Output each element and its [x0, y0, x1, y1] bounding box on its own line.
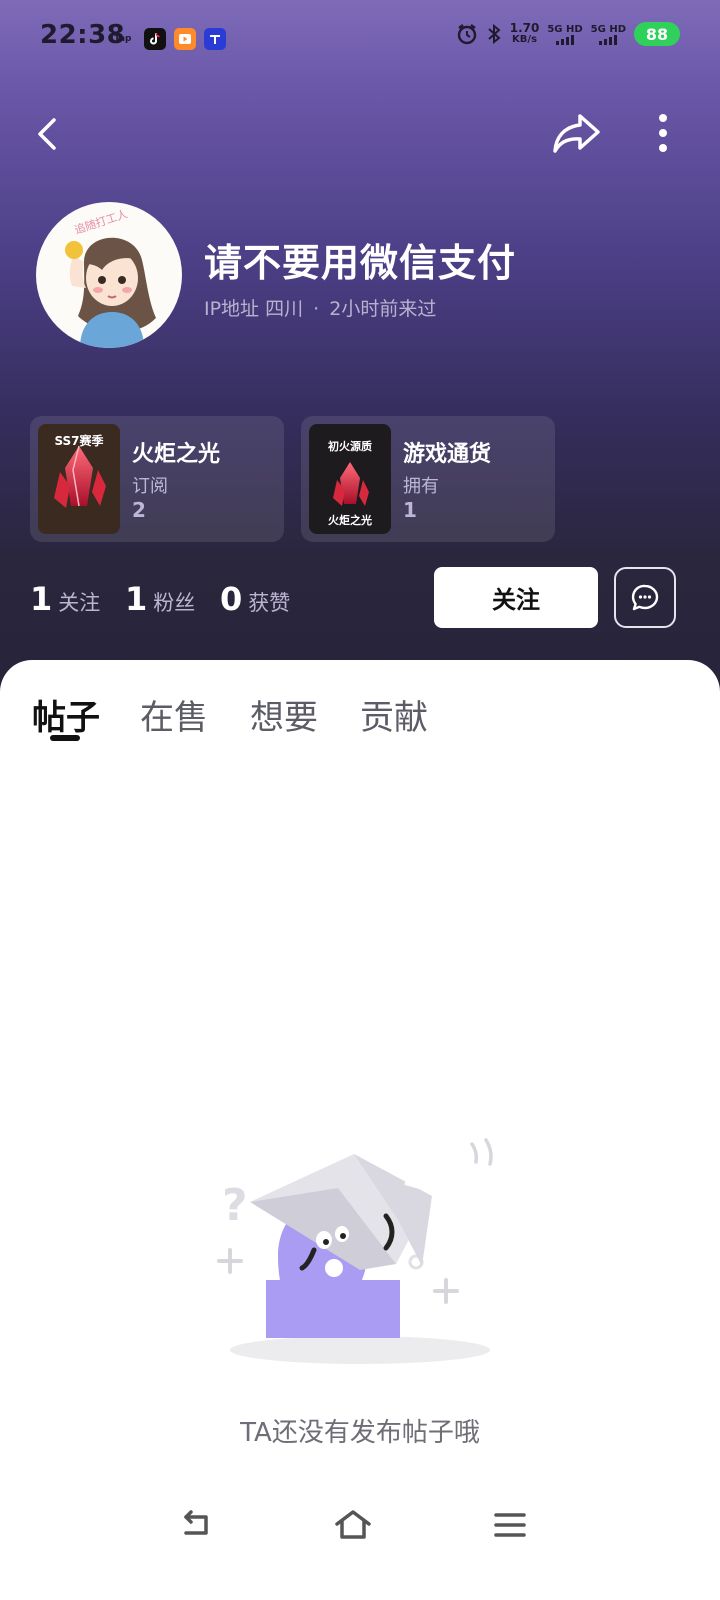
system-menu-button[interactable]: [480, 1500, 540, 1550]
active-tab-indicator: [50, 735, 80, 741]
card-thumb-label: SS7赛季: [54, 434, 104, 448]
back-button[interactable]: [30, 112, 70, 156]
alarm-icon: [457, 24, 476, 45]
return-icon: [184, 1510, 208, 1535]
chat-bubble-icon: [631, 584, 659, 610]
avatar[interactable]: 追随打工人: [36, 202, 182, 348]
follow-button[interactable]: 关注: [434, 567, 598, 628]
tab-on-sale[interactable]: 在售: [140, 690, 208, 739]
card-thumbnail: SS7赛季: [38, 424, 120, 534]
tab-contributions[interactable]: 贡献: [360, 690, 428, 739]
menu-icon: [494, 1513, 526, 1537]
card-thumb-label-top: 初火源质: [328, 440, 372, 453]
last-seen: 2小时前来过: [329, 298, 437, 320]
card-thumb-label-bottom: 火炬之光: [328, 514, 372, 527]
system-back-button[interactable]: [166, 1500, 226, 1550]
stat-label: 获赞: [248, 591, 291, 615]
avatar-caption: 追随打工人: [73, 207, 130, 237]
home-icon: [335, 1510, 371, 1539]
video-app-icon: [174, 28, 196, 50]
more-options-button[interactable]: [646, 110, 680, 158]
message-button[interactable]: [614, 567, 676, 628]
status-bar: 22:38 Tap 1.70 KB/s 5G HD 5G HD 88: [0, 0, 720, 78]
empty-state-message: TA还没有发布帖子哦: [240, 1418, 480, 1448]
likes-stat[interactable]: 0 获赞: [220, 580, 290, 618]
more-vertical-icon: [659, 114, 667, 152]
following-stat[interactable]: 1 关注: [30, 580, 100, 618]
game-currency-card[interactable]: 初火源质 火炬之光 游戏通货 拥有 1: [301, 416, 555, 542]
sim2-signal: 5G HD: [591, 24, 626, 45]
card-thumbnail: 初火源质 火炬之光: [309, 424, 391, 534]
content-panel: 帖子 在售 想要 贡献 ? TA还没有发布帖子哦: [0, 660, 720, 1600]
username: 请不要用微信支付: [204, 241, 517, 285]
card-count: 1: [403, 498, 417, 522]
tap-app-icon: Tap: [114, 34, 132, 44]
avatar-girl-illustration: 追随打工人: [65, 207, 156, 348]
system-home-button[interactable]: [323, 1500, 383, 1550]
profile-header-background: [0, 0, 720, 700]
qianyou-app-icon: [204, 28, 226, 50]
stat-label: 粉丝: [153, 591, 196, 615]
back-arrow-icon: [38, 118, 56, 150]
card-subtitle: 订阅: [132, 476, 168, 497]
bluetooth-icon: [488, 23, 501, 45]
douyin-icon: [144, 28, 166, 50]
stat-number: 1: [30, 580, 53, 618]
net-speed: 1.70 KB/s: [509, 21, 540, 45]
tab-posts[interactable]: 帖子: [32, 690, 100, 739]
stat-number: 1: [125, 580, 148, 618]
card-count: 2: [132, 498, 146, 522]
svg-text:?: ?: [222, 1180, 248, 1231]
followers-stat[interactable]: 1 粉丝: [125, 580, 195, 618]
stat-label: 关注: [58, 591, 101, 615]
profile-meta: IP地址 四川 · 2小时前来过: [204, 294, 436, 321]
ip-location: IP地址 四川: [204, 298, 304, 320]
card-title: 火炬之光: [132, 442, 221, 467]
game-subscription-card[interactable]: SS7赛季 火炬之光 订阅 2: [30, 416, 284, 542]
card-subtitle: 拥有: [403, 476, 439, 497]
card-title: 游戏通货: [403, 442, 492, 467]
sim1-signal: 5G HD: [547, 24, 583, 45]
tab-wanted[interactable]: 想要: [250, 690, 318, 739]
share-button[interactable]: [550, 108, 604, 158]
share-icon: [553, 114, 600, 153]
battery-indicator: 88: [634, 22, 680, 46]
status-time: 22:38: [40, 20, 126, 50]
meta-separator: ·: [313, 298, 320, 320]
stat-number: 0: [220, 580, 243, 618]
empty-box-illustration: ?: [217, 1138, 493, 1364]
